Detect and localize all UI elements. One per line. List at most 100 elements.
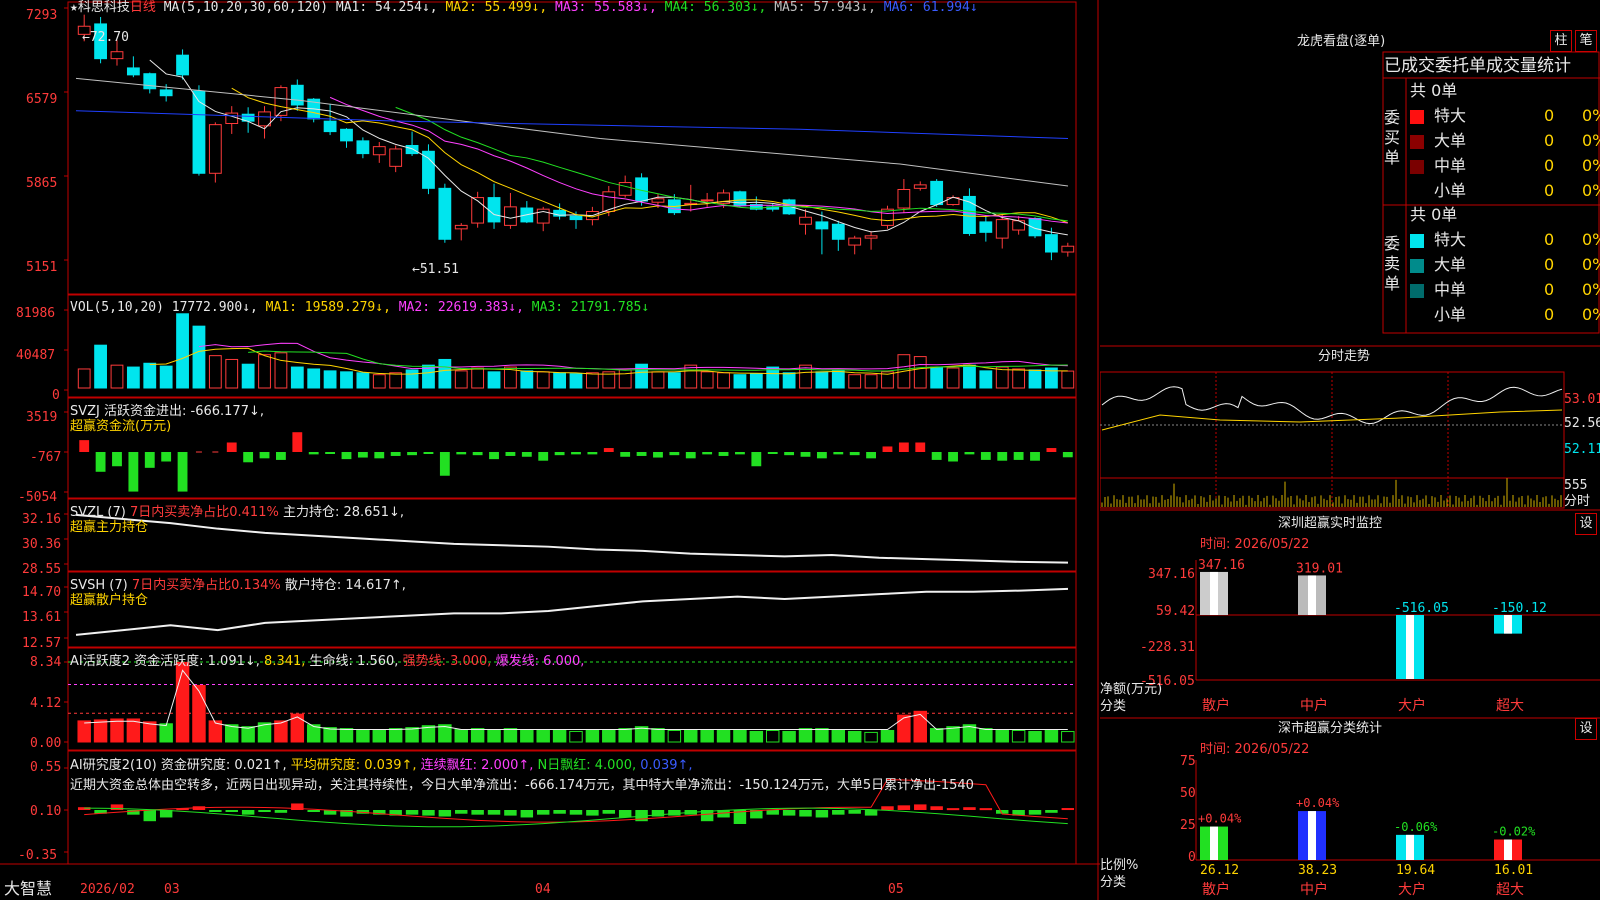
activity-bar: [765, 729, 780, 743]
volume-bar: [635, 363, 648, 389]
ma-line: [75, 110, 1069, 140]
activity-bar: [241, 726, 255, 743]
volume-bar: [258, 354, 271, 389]
activity-bar: [274, 720, 288, 743]
volume-bar: [126, 366, 140, 389]
svzj-tick: -5054: [18, 490, 58, 505]
volume-bar: [799, 364, 812, 389]
volume-bar: [700, 371, 714, 389]
price-tick: 6579: [26, 92, 58, 107]
ai-tick: 0.00: [30, 736, 62, 751]
monitor-category: 大户: [1398, 697, 1426, 714]
research-bar: [946, 808, 960, 811]
activity-bar: [159, 723, 173, 743]
research-bar: [536, 810, 550, 815]
ma2-value: MA2: 55.499↓,: [445, 0, 548, 15]
activity-bar: [405, 727, 419, 743]
flow-bar: [489, 452, 499, 460]
svzj-sub: 超赢资金流(万元): [70, 419, 172, 434]
flow-bar: [308, 452, 319, 455]
flow-bar: [95, 452, 106, 472]
volume-bar: [930, 366, 944, 389]
volume-bar: [438, 358, 452, 389]
class-bar-shine: [1210, 826, 1218, 860]
activity-bar: [618, 728, 632, 743]
brand-label[interactable]: 大智慧: [4, 880, 52, 898]
research-bar: [143, 810, 156, 822]
date-label: 03: [164, 882, 180, 897]
tick-view-button[interactable]: 笔: [1575, 30, 1597, 52]
flow-bar: [948, 452, 958, 462]
volume-bar: [1028, 369, 1042, 389]
candle-down: [422, 150, 435, 189]
period-label[interactable]: 日线: [130, 0, 156, 15]
order-row: 小单 0 0%: [1410, 305, 1600, 325]
svsh-sub: 超赢散户持仓: [70, 593, 149, 608]
activity-bar: [1044, 729, 1059, 743]
column-view-button[interactable]: 柱: [1550, 30, 1572, 52]
flow-bar: [423, 452, 434, 454]
candle-up: [504, 206, 517, 226]
stock-name[interactable]: 科思科技: [78, 0, 130, 15]
flow-bar: [603, 448, 614, 452]
research-bar: [455, 810, 468, 814]
flow-bar: [259, 452, 270, 459]
activity-bar: [536, 729, 550, 743]
order-color-swatch: [1410, 160, 1424, 174]
monitor-bar-shine: [1308, 575, 1316, 615]
activity-bar: [798, 728, 813, 743]
research-bar: [110, 804, 124, 810]
high-price-label: ←72.70: [82, 30, 129, 45]
dragon-title: 龙虎看盘(逐单): [1297, 34, 1386, 49]
flow-bar: [177, 452, 188, 492]
activity-bar: [913, 710, 927, 743]
flow-bar: [439, 452, 450, 476]
activity-bar: [143, 721, 157, 743]
sz-monitor-settings-button[interactable]: 设: [1575, 513, 1597, 535]
flow-bar: [784, 452, 795, 456]
research-bar: [520, 810, 534, 818]
svzl-hold: 主力持仓: 28.651↓,: [282, 505, 404, 520]
activity-bar: [323, 727, 337, 743]
volume-bar: [110, 364, 124, 389]
research-bar: [225, 810, 238, 812]
order-color-swatch: [1410, 110, 1424, 124]
flow-bar: [341, 452, 352, 460]
volume-bar: [323, 370, 337, 389]
activity-bar: [733, 729, 747, 743]
order-percent: 0%: [1582, 156, 1600, 175]
order-type: 特大: [1434, 230, 1467, 249]
buy-side-label: 委买单: [1384, 108, 1401, 167]
flow-bar: [226, 442, 237, 452]
vol-tick: 0: [52, 388, 60, 403]
flow-bar: [161, 452, 172, 462]
class-category: 超大: [1496, 882, 1524, 898]
research-bar: [471, 810, 484, 815]
activity-bar: [979, 728, 993, 743]
flow-bar: [882, 446, 893, 452]
candle-down: [930, 180, 944, 206]
flow-bar: [800, 452, 811, 457]
monitor-value: -150.12: [1492, 601, 1547, 616]
research-bar: [848, 810, 861, 814]
svzl-header: SVZL (7) 7日内买卖净占比0.411% 主力持仓: 28.651↓,: [70, 505, 404, 520]
favorite-star-icon[interactable]: ★: [70, 0, 78, 15]
activity-bar: [684, 729, 698, 743]
sz-class-settings-button[interactable]: 设: [1575, 718, 1597, 740]
sell-side-label: 委卖单: [1384, 234, 1401, 293]
research-bar: [782, 810, 796, 816]
research-bar: [799, 810, 812, 817]
research-bar: [1045, 810, 1058, 813]
flow-bar: [587, 452, 598, 455]
candle-up: [372, 146, 386, 156]
activity-bar: [667, 729, 682, 743]
research-bar: [1061, 808, 1075, 811]
svsh-tick: 13.61: [22, 610, 62, 625]
candle-up: [618, 182, 632, 196]
flow-bar: [931, 452, 942, 460]
research-tick: 0.10: [30, 804, 62, 819]
flow-bar: [718, 452, 729, 456]
ma5-value: MA5: 57.943↓,: [774, 0, 876, 15]
flow-bar: [407, 452, 417, 456]
activity-bar: [552, 729, 567, 743]
